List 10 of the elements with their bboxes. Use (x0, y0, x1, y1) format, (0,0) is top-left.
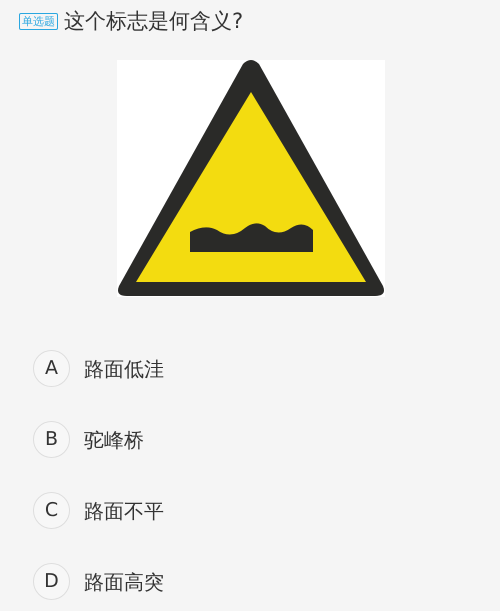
question-text: 这个标志是何含义? (64, 8, 244, 34)
option-text[interactable]: 路面不平 (84, 496, 164, 526)
question-type-badge: 单选题 (19, 12, 58, 30)
option-letter-button[interactable]: D (33, 563, 70, 600)
option-text[interactable]: 路面高突 (84, 566, 164, 596)
option-text[interactable]: 驼峰桥 (84, 424, 144, 454)
option-letter-button[interactable]: A (33, 350, 70, 387)
option-letter-button[interactable]: C (33, 492, 70, 529)
option-text[interactable]: 路面低洼 (84, 354, 164, 384)
option-letter-button[interactable]: B (33, 421, 70, 458)
